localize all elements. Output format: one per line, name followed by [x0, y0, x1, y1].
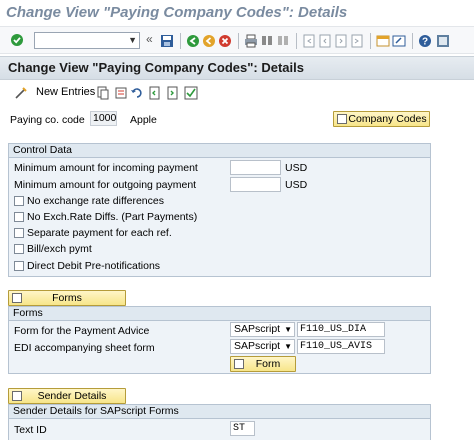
shortcut-icon[interactable]	[392, 34, 406, 48]
system-toolbar: ▼ « ?	[0, 26, 474, 54]
payment-advice-type-select[interactable]: SAPscript ▼	[230, 322, 295, 337]
min-outgoing-label: Minimum amount for outgoing payment	[14, 179, 197, 191]
command-field[interactable]: ▼	[34, 32, 140, 49]
new-session-icon[interactable]	[376, 34, 390, 48]
direct-debit-prenotif-label: Direct Debit Pre-notifications	[27, 260, 161, 272]
exit-icon[interactable]	[202, 34, 216, 48]
no-exch-rate-diffs-part-label: No Exch.Rate Diffs. (Part Payments)	[27, 211, 198, 223]
payment-advice-type-value: SAPscript	[234, 323, 281, 335]
no-exchange-rate-diff-label: No exchange rate differences	[27, 195, 164, 207]
copy-icon[interactable]	[96, 86, 110, 100]
chevron-down-icon: ▼	[284, 342, 292, 351]
window-title: Change View "Paying Company Codes": Deta…	[0, 0, 474, 26]
direct-debit-prenotif-checkbox[interactable]	[14, 261, 24, 271]
new-entries-icon[interactable]	[14, 86, 28, 100]
page-title: Change View "Paying Company Codes": Deta…	[0, 56, 474, 80]
control-data-title: Control Data	[9, 144, 430, 158]
forms-toggle-button[interactable]: Forms	[8, 290, 126, 306]
delete-icon[interactable]	[114, 86, 128, 100]
expand-icon	[12, 391, 22, 401]
form-button-label: Form	[255, 358, 281, 370]
svg-text:?: ?	[422, 37, 428, 48]
forms-toggle-label: Forms	[52, 292, 82, 304]
prev-page-icon[interactable]	[318, 34, 332, 48]
sender-details-toggle-label: Sender Details	[37, 390, 107, 402]
undo-icon[interactable]	[130, 86, 144, 100]
help-icon[interactable]: ?	[418, 34, 432, 48]
no-exchange-rate-diff-checkbox[interactable]	[14, 196, 24, 206]
paying-co-code-field: 1000	[90, 111, 117, 126]
min-outgoing-field[interactable]	[230, 177, 281, 192]
edi-sheet-type-value: SAPscript	[234, 340, 281, 352]
min-incoming-field[interactable]	[230, 160, 281, 175]
next-page-icon[interactable]	[334, 34, 348, 48]
company-codes-button[interactable]: Company Codes	[333, 111, 430, 127]
text-id-field[interactable]: ST	[230, 421, 255, 436]
separate-payment-label: Separate payment for each ref.	[27, 227, 172, 239]
form-icon	[234, 359, 244, 369]
min-outgoing-unit: USD	[285, 179, 308, 191]
payment-advice-label: Form for the Payment Advice	[14, 325, 150, 337]
expand-icon	[12, 293, 22, 303]
text-id-label: Text ID	[14, 424, 47, 436]
min-incoming-unit: USD	[285, 162, 308, 174]
print-icon[interactable]	[244, 34, 258, 48]
sender-details-toggle-button[interactable]: Sender Details	[8, 388, 126, 404]
company-name: Apple	[130, 114, 157, 126]
company-codes-icon	[337, 114, 347, 124]
find-icon[interactable]	[260, 34, 274, 48]
no-exch-rate-diffs-part-checkbox[interactable]	[14, 212, 24, 222]
enter-icon[interactable]	[10, 33, 24, 47]
chevron-down-icon: ▼	[284, 325, 292, 334]
chevron-down-icon[interactable]: ▼	[128, 33, 137, 48]
edi-sheet-type-select[interactable]: SAPscript ▼	[230, 339, 295, 354]
back-icon[interactable]	[186, 34, 200, 48]
form-button[interactable]: Form	[230, 356, 296, 372]
cancel-icon[interactable]	[218, 34, 232, 48]
edi-sheet-form-field[interactable]: F110_US_AVIS	[297, 339, 385, 354]
sender-details-title: Sender Details for SAPscript Forms	[9, 405, 430, 419]
forms-group-title: Forms	[9, 307, 430, 321]
save-icon[interactable]	[160, 34, 174, 48]
company-codes-label: Company Codes	[348, 113, 427, 125]
sender-details-group: Sender Details for SAPscript Forms	[8, 404, 431, 440]
next-entry-icon[interactable]	[166, 86, 180, 100]
find-next-icon[interactable]	[276, 34, 290, 48]
paying-co-code-label: Paying co. code	[10, 114, 85, 126]
bill-exch-pymt-checkbox[interactable]	[14, 244, 24, 254]
select-all-icon[interactable]	[184, 86, 198, 100]
min-incoming-label: Minimum amount for incoming payment	[14, 162, 198, 174]
customize-layout-icon[interactable]	[436, 34, 450, 48]
last-page-icon[interactable]	[350, 34, 364, 48]
edi-sheet-label: EDI accompanying sheet form	[14, 342, 155, 354]
application-toolbar: New Entries	[0, 82, 474, 104]
bill-exch-pymt-label: Bill/exch pymt	[27, 243, 92, 255]
double-chevron-left-icon[interactable]: «	[146, 33, 160, 47]
previous-entry-icon[interactable]	[148, 86, 162, 100]
payment-advice-form-field[interactable]: F110_US_DIA	[297, 322, 385, 337]
separate-payment-checkbox[interactable]	[14, 228, 24, 238]
first-page-icon[interactable]	[302, 34, 316, 48]
new-entries-button[interactable]: New Entries	[36, 86, 95, 98]
